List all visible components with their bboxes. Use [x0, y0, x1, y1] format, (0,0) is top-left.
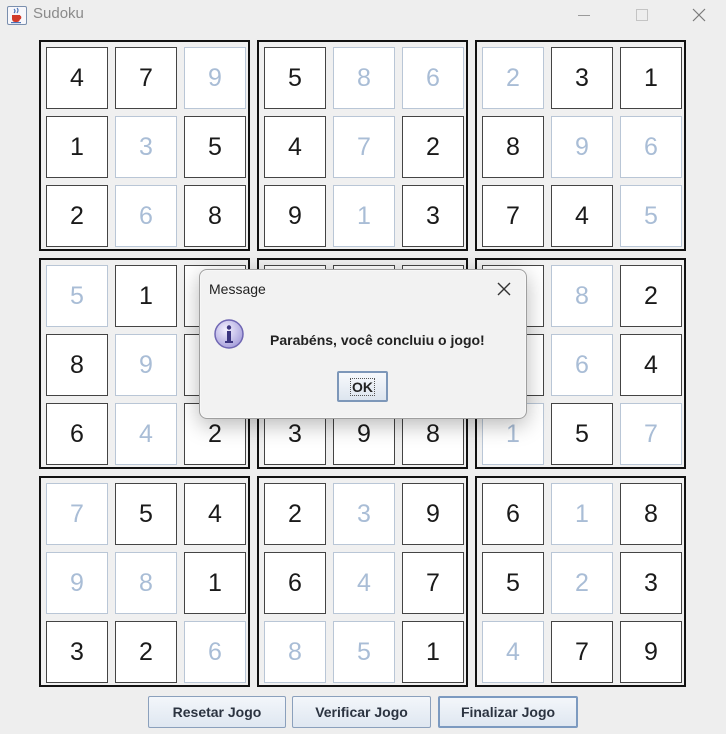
sudoku-cell: 1 — [184, 552, 246, 614]
sudoku-cell[interactable]: 9 — [46, 552, 108, 614]
sudoku-cell[interactable]: 2 — [551, 552, 613, 614]
sudoku-cell: 3 — [620, 552, 682, 614]
sudoku-box: 586 472 913 — [257, 40, 468, 251]
sudoku-cell: 4 — [264, 116, 326, 178]
sudoku-cell: 7 — [482, 185, 544, 247]
sudoku-cell: 2 — [115, 621, 177, 683]
sudoku-cell: 4 — [551, 185, 613, 247]
sudoku-cell: 3 — [402, 185, 464, 247]
sudoku-cell[interactable]: 5 — [46, 265, 108, 327]
info-icon — [213, 318, 247, 352]
sudoku-box: 754 981 326 — [39, 476, 250, 687]
sudoku-cell: 2 — [46, 185, 108, 247]
sudoku-cell: 6 — [264, 552, 326, 614]
sudoku-cell[interactable]: 6 — [115, 185, 177, 247]
sudoku-cell: 2 — [402, 116, 464, 178]
dialog-close-icon[interactable] — [494, 279, 514, 299]
finish-game-button[interactable]: Finalizar Jogo — [438, 696, 578, 728]
sudoku-cell[interactable]: 7 — [620, 403, 682, 465]
sudoku-cell: 1 — [402, 621, 464, 683]
sudoku-cell: 7 — [402, 552, 464, 614]
java-cup-icon — [7, 6, 27, 25]
sudoku-cell: 7 — [551, 621, 613, 683]
sudoku-cell[interactable]: 6 — [402, 47, 464, 109]
sudoku-cell[interactable]: 5 — [620, 185, 682, 247]
sudoku-cell[interactable]: 6 — [551, 334, 613, 396]
sudoku-cell: 5 — [482, 552, 544, 614]
sudoku-cell[interactable]: 1 — [551, 483, 613, 545]
message-dialog: Message Parabéns, você concluiu o jogo! … — [199, 269, 527, 419]
maximize-icon[interactable] — [618, 0, 664, 31]
ok-button[interactable]: OK — [337, 371, 388, 402]
sudoku-cell: 5 — [551, 403, 613, 465]
sudoku-cell[interactable]: 9 — [551, 116, 613, 178]
sudoku-cell: 5 — [264, 47, 326, 109]
sudoku-cell: 4 — [184, 483, 246, 545]
sudoku-cell[interactable]: 4 — [333, 552, 395, 614]
sudoku-cell: 8 — [620, 483, 682, 545]
sudoku-cell[interactable]: 9 — [184, 47, 246, 109]
sudoku-cell: 5 — [115, 483, 177, 545]
sudoku-cell: 5 — [184, 116, 246, 178]
sudoku-cell: 4 — [620, 334, 682, 396]
sudoku-cell: 9 — [402, 483, 464, 545]
reset-game-button[interactable]: Resetar Jogo — [148, 696, 286, 728]
sudoku-cell: 3 — [46, 621, 108, 683]
dialog-title: Message — [209, 281, 266, 297]
sudoku-cell: 4 — [46, 47, 108, 109]
sudoku-cell[interactable]: 1 — [333, 185, 395, 247]
sudoku-cell[interactable]: 8 — [333, 47, 395, 109]
sudoku-cell: 8 — [46, 334, 108, 396]
sudoku-box: 239 647 851 — [257, 476, 468, 687]
verify-game-button[interactable]: Verificar Jogo — [292, 696, 431, 728]
sudoku-cell[interactable]: 6 — [620, 116, 682, 178]
sudoku-cell[interactable]: 3 — [115, 116, 177, 178]
sudoku-cell[interactable]: 3 — [333, 483, 395, 545]
dialog-message: Parabéns, você concluiu o jogo! — [270, 332, 485, 348]
sudoku-cell: 2 — [264, 483, 326, 545]
sudoku-cell: 6 — [482, 483, 544, 545]
ok-button-label: OK — [350, 377, 375, 396]
sudoku-cell: 1 — [115, 265, 177, 327]
sudoku-cell[interactable]: 7 — [333, 116, 395, 178]
title-bar: Sudoku — [0, 0, 726, 32]
window-title: Sudoku — [33, 5, 84, 22]
minimize-icon[interactable] — [561, 0, 607, 31]
sudoku-cell[interactable]: 6 — [184, 621, 246, 683]
sudoku-cell: 8 — [482, 116, 544, 178]
sudoku-cell[interactable]: 2 — [482, 47, 544, 109]
sudoku-cell: 9 — [264, 185, 326, 247]
close-icon[interactable] — [676, 0, 722, 31]
sudoku-cell[interactable]: 5 — [333, 621, 395, 683]
sudoku-box: 479 135 268 — [39, 40, 250, 251]
sudoku-cell[interactable]: 8 — [551, 265, 613, 327]
sudoku-cell: 3 — [551, 47, 613, 109]
sudoku-cell: 1 — [620, 47, 682, 109]
sudoku-box: 231 896 745 — [475, 40, 686, 251]
sudoku-cell: 2 — [620, 265, 682, 327]
sudoku-cell[interactable]: 4 — [115, 403, 177, 465]
sudoku-cell: 9 — [620, 621, 682, 683]
sudoku-cell: 6 — [46, 403, 108, 465]
sudoku-box: 618 523 479 — [475, 476, 686, 687]
sudoku-cell[interactable]: 8 — [115, 552, 177, 614]
sudoku-cell[interactable]: 4 — [482, 621, 544, 683]
sudoku-cell[interactable]: 9 — [115, 334, 177, 396]
sudoku-cell: 8 — [184, 185, 246, 247]
sudoku-cell: 1 — [46, 116, 108, 178]
sudoku-cell[interactable]: 7 — [46, 483, 108, 545]
sudoku-cell: 7 — [115, 47, 177, 109]
sudoku-cell[interactable]: 8 — [264, 621, 326, 683]
